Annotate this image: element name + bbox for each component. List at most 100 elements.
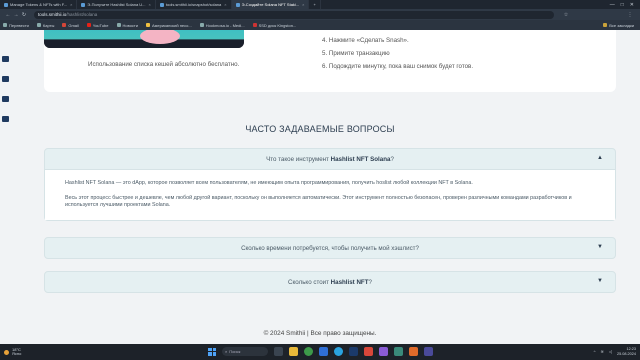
step-item: 4. Нажмите «Сделать Snash».	[322, 37, 409, 44]
bookmark-icon	[252, 23, 257, 27]
app-icon[interactable]	[364, 347, 373, 356]
faq-answer: Hashlist NFT Solana — это dApp, которое …	[45, 169, 615, 220]
chevron-down-icon[interactable]: ▼	[597, 244, 603, 250]
bookmark[interactable]: YouTube	[86, 23, 109, 28]
store-icon[interactable]	[319, 347, 328, 356]
url-path: /hashlist/solana	[66, 12, 98, 17]
telegram-icon[interactable]	[1, 96, 9, 102]
tab-label: Э-Создайте Solana NFT Staki...	[241, 2, 300, 7]
volume-icon[interactable]: ◁	[609, 349, 612, 354]
tab-favicon-icon	[235, 2, 240, 7]
taskbar-search[interactable]: ⌕ Поиск	[222, 347, 268, 356]
url-domain: tools.smithii.io	[38, 12, 67, 17]
close-window-icon[interactable]: ✕	[630, 2, 634, 8]
linkedin-icon[interactable]	[1, 56, 9, 62]
youtube-icon[interactable]	[1, 116, 9, 122]
chrome-icon[interactable]	[304, 347, 313, 356]
tab-label: Manage Tokens & NFTs with F...	[10, 2, 68, 7]
bookmark[interactable]: Перевести	[3, 23, 29, 28]
bookmark[interactable]: Новости	[116, 23, 138, 28]
bookmark-label: Карты	[42, 22, 55, 28]
bookmark-icon	[145, 23, 150, 27]
close-icon[interactable]: ×	[70, 2, 72, 7]
close-icon[interactable]: ×	[302, 2, 304, 7]
task-view-icon[interactable]	[274, 347, 283, 356]
minimize-icon[interactable]: —	[610, 2, 615, 8]
forward-arrow-icon[interactable]: →	[12, 12, 20, 18]
faq-question-toggle[interactable]: Что такое инструмент Hashlist NFT Solana…	[45, 149, 615, 169]
bookmark-icon	[36, 23, 41, 27]
chevron-up-icon[interactable]: ▲	[597, 155, 603, 161]
close-icon[interactable]: ×	[224, 2, 226, 7]
bookmark[interactable]: Американский песо...	[145, 22, 192, 28]
system-tray: ^ ≋ ◁ 12:23 25.08.2024	[594, 347, 636, 356]
browser-tab-bar: Manage Tokens & NFTs with F... × Э-Получи…	[0, 0, 640, 9]
bookmark-label: Перевести	[9, 22, 29, 28]
footer-copyright: © 2024 Smithii | Все право защищены.	[263, 330, 377, 337]
free-usage-text: Использование списка кешей абсолютно бес…	[88, 61, 240, 68]
wifi-icon[interactable]: ≋	[601, 349, 604, 354]
url-input[interactable]: tools.smithii.io/hashlist/solana	[34, 10, 554, 19]
tab-label: Э-Получите Hashlist Solana U...	[87, 2, 146, 7]
faq-item: Сколько времени потребуется, чтобы получ…	[44, 237, 616, 259]
tab-label: tools.smithii.io/snapshot/solana	[165, 2, 222, 7]
bookmark-label: Все закладки	[609, 22, 634, 28]
chevron-down-icon[interactable]: ▼	[597, 278, 603, 284]
address-bar-row: ← → ↻ tools.smithii.io/hashlist/solana ☆…	[0, 9, 640, 20]
illustration-image	[44, 30, 244, 48]
bookmark[interactable]: Hookmosa.io - Medi...	[199, 23, 245, 28]
maximize-icon[interactable]: □	[621, 2, 624, 8]
search-icon: ⌕	[225, 349, 228, 354]
faq-question-toggle[interactable]: Сколько времени потребуется, чтобы получ…	[45, 238, 615, 258]
bookmark[interactable]: SSD диск Kingston...	[252, 22, 297, 28]
all-bookmarks[interactable]: Все закладки	[603, 23, 640, 28]
chevron-up-icon[interactable]: ^	[594, 349, 596, 354]
browser-tab[interactable]: Э-Получите Hashlist Solana U... ×	[77, 0, 156, 9]
tab-favicon-icon	[159, 2, 164, 7]
weather-widget[interactable]: 18°C Ясно	[0, 347, 60, 357]
faq-answer-paragraph: Hashlist NFT Solana — это dApp, которое …	[65, 180, 473, 186]
youtube-icon	[86, 23, 91, 27]
faq-title: ЧАСТО ЗАДАВАЕМЫЕ ВОПРОСЫ	[245, 124, 395, 134]
web-page: Использование списка кешей абсолютно бес…	[0, 30, 640, 344]
bookmark-icon	[3, 23, 7, 27]
faq-item: Что такое инструмент Hashlist NFT Solana…	[44, 148, 616, 221]
bookmark-label: SSD диск Kingston...	[258, 22, 297, 28]
app-icon[interactable]	[424, 347, 433, 356]
menu-icon[interactable]: ⋮	[626, 12, 634, 18]
twitter-icon[interactable]	[1, 76, 9, 82]
window-controls: — □ ✕	[610, 2, 640, 8]
folder-icon	[603, 23, 608, 27]
faq-question-toggle[interactable]: Сколько стоит Hashlist NFT? ▼	[45, 272, 615, 292]
app-icon[interactable]	[409, 347, 418, 356]
step-item: 6. Подождите минутку, пока ваш снимок бу…	[322, 63, 474, 70]
tab-favicon-icon	[4, 2, 8, 7]
star-icon[interactable]: ☆	[562, 12, 570, 18]
bookmark-icon	[199, 23, 204, 27]
telegram-app-icon[interactable]	[334, 347, 343, 356]
taskbar: 18°C Ясно ⌕ Поиск ^ ≋ ◁ 12:23 25.08.2024	[0, 344, 640, 360]
new-tab-button[interactable]: +	[309, 0, 321, 9]
steps-list: 4. Нажмите «Сделать Snash». 5. Примите т…	[322, 34, 473, 73]
browser-tab-active[interactable]: Э-Создайте Solana NFT Staki... ×	[231, 0, 310, 9]
weather-desc: Ясно	[12, 351, 22, 356]
reload-icon[interactable]: ↻	[20, 12, 28, 18]
browser-tab[interactable]: tools.smithii.io/snapshot/solana ×	[156, 0, 232, 9]
back-arrow-icon[interactable]: ←	[4, 12, 12, 18]
bookmark-label: Американский песо...	[151, 22, 192, 28]
clock[interactable]: 12:23 25.08.2024	[617, 347, 636, 356]
bookmark[interactable]: Карты	[36, 22, 55, 28]
windows-start-icon[interactable]	[208, 347, 216, 356]
app-icon[interactable]	[394, 347, 403, 356]
taskbar-apps: ⌕ Поиск	[208, 347, 433, 356]
file-explorer-icon[interactable]	[289, 347, 298, 356]
bookmark-icon	[116, 23, 121, 27]
close-icon[interactable]: ×	[149, 2, 151, 7]
social-sidebar	[0, 56, 10, 122]
gmail-icon	[62, 23, 67, 27]
bookmark[interactable]: Gmail	[62, 23, 79, 28]
app-icon[interactable]	[379, 347, 388, 356]
faq-question: Что такое инструмент Hashlist NFT Solana…	[266, 155, 394, 163]
browser-tab[interactable]: Manage Tokens & NFTs with F... ×	[0, 0, 78, 9]
photoshop-icon[interactable]	[349, 347, 358, 356]
